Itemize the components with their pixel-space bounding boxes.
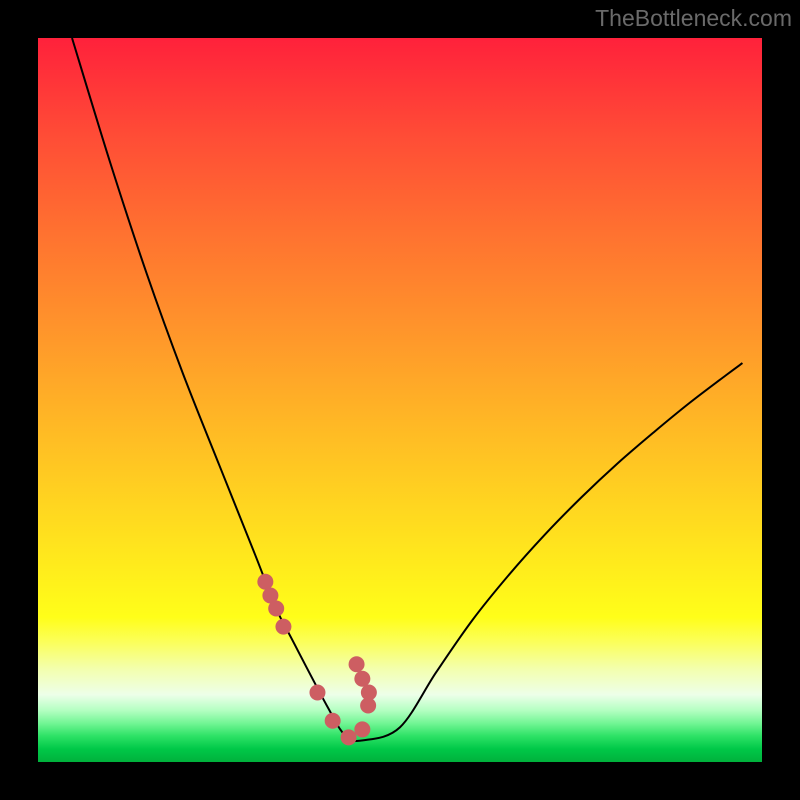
marker-dot xyxy=(361,685,377,701)
marker-dot xyxy=(354,721,370,737)
marker-dot xyxy=(275,619,291,635)
marker-dot xyxy=(309,685,325,701)
bottleneck-chart: TheBottleneck.com xyxy=(0,0,800,800)
marker-dot xyxy=(341,729,357,745)
marker-dot xyxy=(268,601,284,617)
marker-dot xyxy=(354,671,370,687)
watermark-text: TheBottleneck.com xyxy=(595,5,792,31)
marker-dot xyxy=(349,656,365,672)
plot-area xyxy=(38,38,762,762)
marker-dot xyxy=(325,713,341,729)
marker-dot xyxy=(257,574,273,590)
